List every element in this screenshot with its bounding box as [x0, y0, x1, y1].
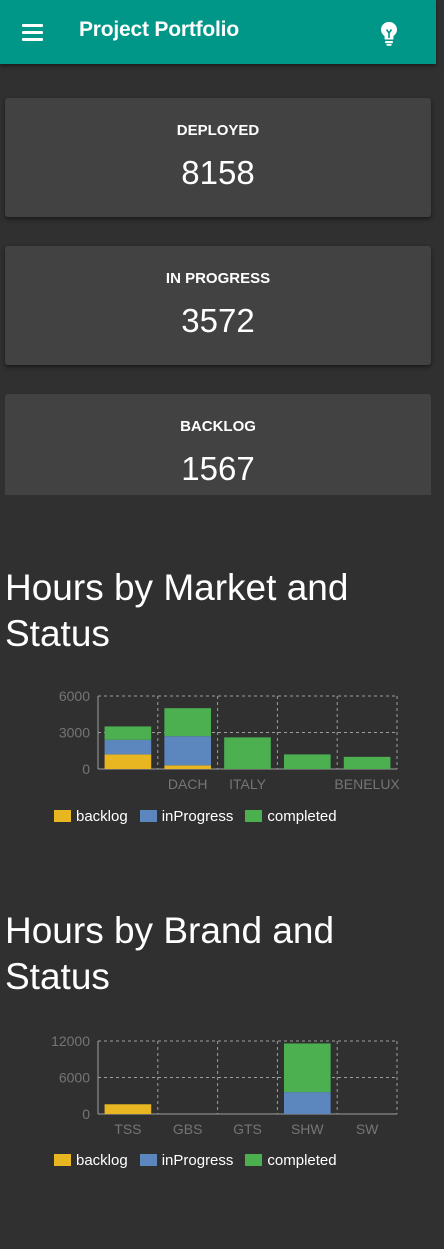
chart-grid: [97, 1040, 398, 1115]
bar-segment-backlog[interactable]: [104, 1104, 152, 1114]
legend-item-backlog[interactable]: backlog: [54, 808, 128, 825]
legend-label: inProgress: [161, 807, 234, 825]
y-tick-label: 3000: [59, 725, 90, 741]
x-tick-label: SHW: [291, 1121, 324, 1137]
legend-swatch: [139, 810, 157, 822]
bar-segment-inProgress[interactable]: [164, 736, 212, 766]
market-status-chart: 0 3000 6000 DACH ITALY BENELUX: [59, 688, 401, 792]
x-tick-label: GBS: [173, 1121, 203, 1137]
y-tick-label: 12000: [51, 1033, 90, 1049]
legend-swatch: [139, 1154, 157, 1166]
legend-swatch: [245, 1154, 263, 1166]
card-value: 8158: [181, 154, 255, 191]
legend-item-backlog[interactable]: backlog: [54, 1152, 128, 1169]
card-label: DEPLOYED: [176, 122, 260, 139]
legend-label: completed: [267, 1151, 337, 1169]
menu-icon-bar: [21, 23, 43, 27]
market-chart-title: Hours by Market and Status: [5, 567, 349, 654]
x-tick-label: GTS: [233, 1121, 262, 1137]
bar-segment-completed[interactable]: [224, 737, 271, 769]
legend-item-completed[interactable]: completed: [245, 1151, 337, 1169]
brand-chart-legend: backlog inProgress completed: [54, 1150, 349, 1170]
deployed-card: DEPLOYED 8158: [5, 98, 431, 217]
in-progress-card: IN PROGRESS 3572: [5, 246, 431, 365]
market-chart-legend: backlog inProgress completed: [54, 806, 349, 826]
app-bar: Project Portfolio: [0, 0, 436, 64]
y-tick-label: 6000: [59, 688, 90, 704]
legend-swatch: [54, 1154, 71, 1166]
legend-label: backlog: [76, 807, 128, 825]
bar-segment-inProgress[interactable]: [283, 1092, 331, 1114]
y-tick-label: 0: [82, 1106, 90, 1122]
bar-segment-backlog[interactable]: [164, 765, 212, 769]
legend-swatch: [245, 810, 263, 822]
legend-swatch: [54, 810, 71, 822]
y-tick-label: 6000: [59, 1070, 90, 1086]
x-tick-label: SW: [356, 1121, 379, 1137]
backlog-card: BACKLOG 1567: [5, 394, 431, 495]
brand-status-chart: 0 6000 12000 TSS GBS GTS SHW SW: [51, 1033, 398, 1137]
legend-label: completed: [267, 807, 337, 825]
legend-item-inprogress[interactable]: inProgress: [139, 1151, 234, 1169]
lightbulb-icon[interactable]: [374, 18, 404, 48]
bar-segment-completed[interactable]: [104, 726, 152, 740]
card-value: 3572: [181, 302, 255, 339]
menu-icon-bar: [21, 37, 43, 41]
x-tick-label: TSS: [114, 1121, 141, 1137]
bar-segment-completed[interactable]: [164, 708, 212, 737]
card-label: BACKLOG: [180, 418, 256, 435]
y-tick-label: 0: [82, 761, 90, 777]
backlog-card-container: BACKLOG 1567: [5, 394, 431, 495]
brand-chart-title: Hours by Brand and Status: [5, 910, 335, 997]
bar-segment-completed[interactable]: [283, 754, 331, 769]
legend-label: inProgress: [161, 1151, 234, 1169]
card-value: 1567: [181, 450, 255, 487]
legend-label: backlog: [76, 1151, 128, 1169]
bar-segment-inProgress[interactable]: [104, 739, 152, 755]
bar-segment-backlog[interactable]: [104, 754, 152, 769]
menu-icon-bar: [21, 30, 43, 34]
bar-segment-completed[interactable]: [343, 756, 391, 769]
x-tick-label: DACH: [168, 776, 208, 792]
card-label: IN PROGRESS: [165, 270, 271, 287]
x-tick-label: BENELUX: [334, 776, 400, 792]
legend-item-inprogress[interactable]: inProgress: [139, 807, 234, 825]
bar-segment-completed[interactable]: [283, 1043, 331, 1093]
page-title: Project Portfolio: [79, 18, 239, 41]
menu-icon[interactable]: [14, 17, 50, 47]
x-tick-label: ITALY: [229, 776, 266, 792]
legend-item-completed[interactable]: completed: [245, 807, 337, 825]
